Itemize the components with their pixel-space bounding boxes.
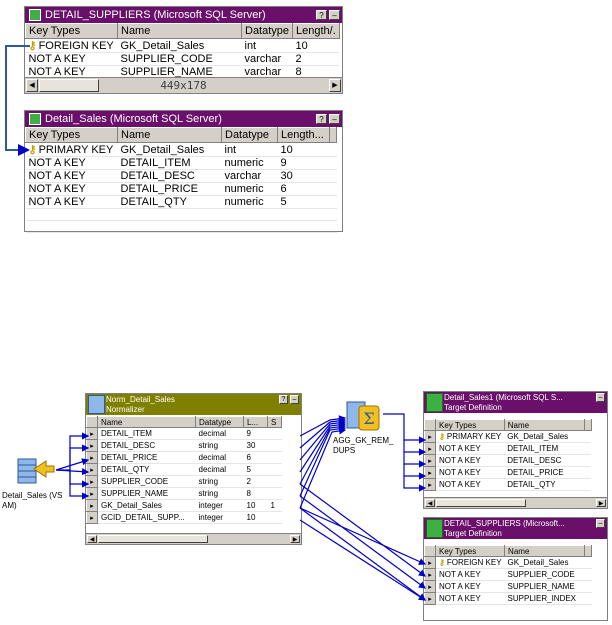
link-aggregator-to-target-sales bbox=[383, 413, 427, 444]
link-lines bbox=[5, 45, 427, 601]
key-relationship-link bbox=[5, 45, 30, 156]
link-normalizer-to-target-suppliers bbox=[299, 483, 426, 577]
